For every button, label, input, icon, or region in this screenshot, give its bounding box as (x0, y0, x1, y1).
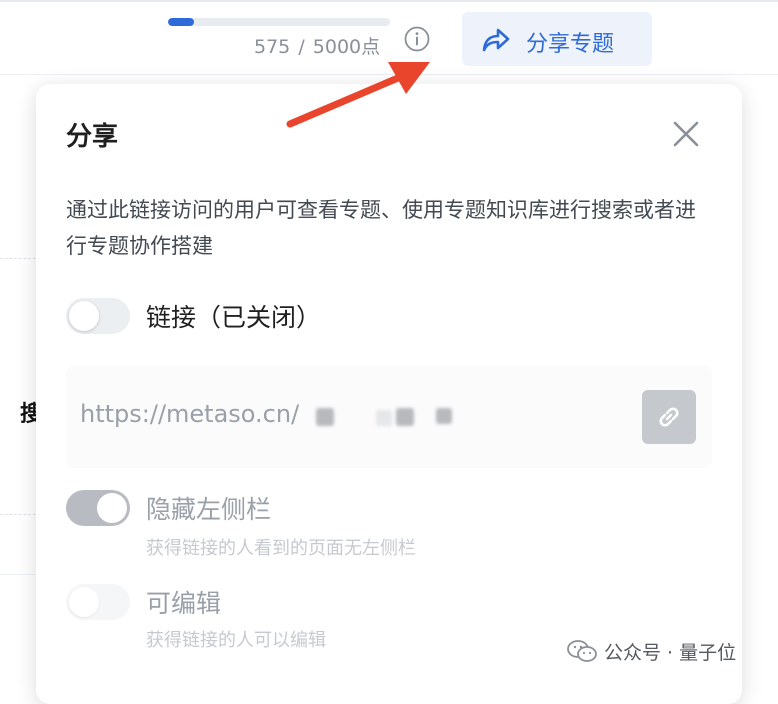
toggle-knob (97, 493, 127, 523)
redacted-url-part (436, 408, 452, 424)
background-divider (0, 514, 36, 516)
toggle-knob (69, 587, 99, 617)
copy-link-button[interactable] (642, 390, 696, 444)
toggle-knob (69, 301, 99, 331)
points-progress-bar (168, 18, 390, 26)
link-icon (659, 407, 679, 427)
annotation-arrow (286, 62, 430, 128)
redacted-url-part (396, 408, 414, 426)
points-progress-fill (168, 18, 194, 26)
hide-sidebar-description: 获得链接的人看到的页面无左侧栏 (146, 538, 416, 559)
share-url-text: https://metaso.cn/ (80, 400, 300, 428)
dialog-title: 分享 (66, 122, 119, 152)
background-divider (0, 258, 36, 260)
editable-label: 可编辑 (146, 589, 222, 618)
link-toggle-label: 链接（已关闭） (146, 303, 322, 332)
editable-description: 获得链接的人可以编辑 (146, 630, 326, 651)
hide-sidebar-label: 隐藏左侧栏 (146, 495, 272, 524)
redacted-url-part (316, 408, 334, 426)
editable-toggle[interactable] (66, 584, 130, 620)
share-dialog: 分享 通过此链接访问的用户可查看专题、使用专题知识库进行搜索或者进行专题协作搭建… (36, 84, 742, 704)
wechat-icon (567, 640, 597, 662)
share-url-field[interactable]: https://metaso.cn/ (66, 366, 712, 468)
hide-sidebar-toggle[interactable] (66, 490, 130, 526)
share-description: 通过此链接访问的用户可查看专题、使用专题知识库进行搜索或者进行专题协作搭建 (66, 198, 696, 258)
background-divider (0, 574, 36, 575)
link-toggle[interactable] (66, 298, 130, 334)
share-topic-label: 分享专题 (526, 32, 615, 57)
redacted-url-part (376, 410, 392, 426)
watermark: 公众号 · 量子位 (566, 638, 736, 664)
share-topic-button[interactable]: 分享专题 (462, 12, 652, 66)
watermark-text: 公众号 · 量子位 (604, 641, 737, 664)
share-arrow-icon (482, 28, 510, 52)
background-text: 搜 (20, 402, 36, 427)
close-icon[interactable] (670, 118, 702, 150)
top-divider (0, 0, 778, 2)
